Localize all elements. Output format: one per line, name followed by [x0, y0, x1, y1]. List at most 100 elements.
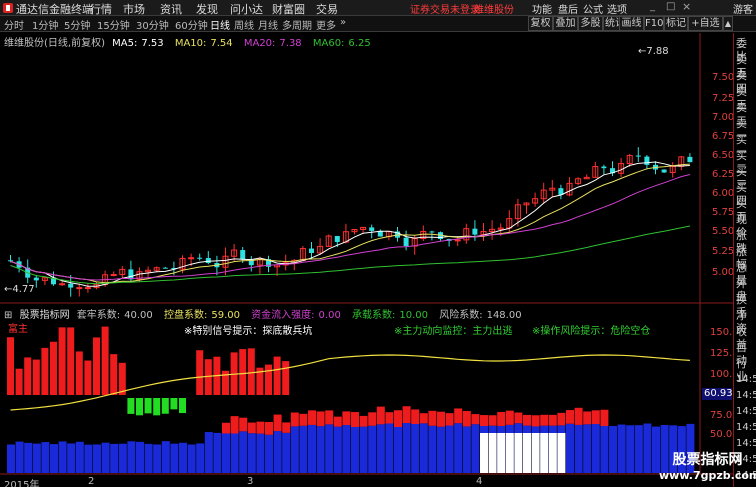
date-label: 2 — [88, 476, 95, 487]
red-bar — [239, 417, 248, 432]
red-bar — [316, 411, 325, 427]
white-bar — [531, 433, 540, 473]
ma20-label: MA20: 7.38 — [243, 38, 302, 49]
quote-side-panel[interactable]: 委比 卖五 卖四 卖三 卖二 卖一 买一 买二 买三 买四 买五 现价 涨跌 涨… — [733, 33, 756, 487]
blue-bar — [282, 432, 291, 473]
low-price-label: ←4.77 — [4, 284, 35, 295]
red-signal-bar — [273, 356, 281, 395]
blue-bar — [325, 424, 334, 473]
blue-bar — [161, 441, 170, 473]
indicator-header: ⊞ 股票指标网 套牢系数: 40.00 控盘系数: 59.00 资金流入强度: 0.0… — [4, 306, 530, 321]
blue-bar — [179, 442, 187, 473]
blue-bar — [419, 423, 428, 473]
blue-bar — [136, 441, 144, 473]
ma-line-20 — [10, 174, 691, 281]
blue-bar — [239, 431, 248, 473]
blue-bar — [385, 423, 394, 473]
blue-bar — [247, 433, 256, 473]
param-trapped: 套牢系数: 40.00 — [76, 310, 153, 321]
candle-body — [84, 287, 91, 290]
green-signal-bar — [179, 398, 186, 414]
white-bar — [540, 433, 549, 473]
blue-bar — [445, 425, 454, 473]
current-value-box: 60.93 — [702, 388, 733, 400]
red-signal-bar — [118, 362, 126, 395]
red-signal-bar — [41, 347, 49, 395]
blue-bar — [101, 442, 110, 473]
red-bar — [471, 414, 480, 425]
blue-bar — [471, 424, 480, 473]
candle-body — [240, 250, 246, 260]
chart-canvas[interactable] — [0, 0, 756, 487]
red-bar — [591, 410, 600, 425]
blue-bar — [454, 423, 463, 473]
red-bar — [454, 408, 463, 424]
white-bar — [480, 433, 488, 473]
blue-bar — [566, 423, 574, 473]
candle-body — [33, 277, 39, 281]
price-tick: 5.00 — [712, 267, 735, 278]
red-bar — [437, 411, 445, 427]
red-signal-bar — [75, 351, 83, 395]
blue-bar — [351, 426, 359, 473]
blue-bar — [411, 423, 420, 473]
red-bar — [273, 414, 282, 432]
price-tick: 7.50 — [712, 72, 735, 83]
green-signal-bar — [153, 398, 161, 416]
red-signal-bar — [196, 350, 204, 395]
red-bar — [299, 413, 308, 426]
price-tick: 5.25 — [712, 246, 735, 257]
date-label: 2015年 — [4, 480, 40, 487]
price-tick: 6.25 — [712, 169, 735, 180]
red-bar — [497, 411, 506, 426]
ma10-label: MA10: 7.54 — [174, 38, 233, 49]
red-signal-bar — [247, 348, 255, 395]
blue-bar — [153, 444, 162, 473]
red-bar — [308, 410, 316, 425]
blue-bar — [170, 443, 179, 473]
red-signal-bar — [110, 354, 118, 395]
price-tick: 6.00 — [712, 188, 735, 199]
tick-time: 14:5 — [736, 390, 756, 401]
white-bar — [523, 433, 531, 473]
red-bar — [222, 422, 230, 434]
tick-time: 14:5 — [736, 422, 756, 433]
green-signal-bar — [136, 398, 143, 416]
blue-bar — [50, 444, 58, 473]
red-bar — [514, 412, 523, 424]
red-bar — [445, 413, 454, 426]
blue-bar — [41, 442, 50, 473]
white-bar — [488, 433, 497, 473]
price-tick: 6.75 — [712, 131, 735, 142]
candlestick-group[interactable] — [8, 147, 693, 297]
candle-body — [334, 236, 340, 243]
candle-body — [661, 169, 667, 173]
candle-body — [403, 237, 409, 247]
red-bar — [488, 415, 497, 426]
red-bar — [566, 410, 574, 424]
red-bar — [333, 416, 342, 427]
candle-body — [472, 228, 478, 235]
red-bar — [290, 412, 299, 427]
blue-bar — [93, 444, 101, 473]
special-signal-hint: ※特别信号提示：探底散兵坑 — [184, 326, 313, 337]
blue-bar — [7, 444, 15, 473]
red-bar — [505, 410, 514, 425]
white-bar — [514, 433, 523, 473]
blue-bar — [204, 432, 213, 473]
red-signal-bar — [265, 364, 272, 395]
blue-bar — [333, 426, 342, 473]
candle-body — [8, 260, 13, 262]
ma-line-10 — [10, 163, 690, 284]
red-bar — [428, 410, 437, 426]
param-risk: 风险系数: 148.00 — [439, 310, 522, 321]
blue-bar — [265, 434, 273, 473]
candle-body — [128, 269, 134, 280]
watermark-url: www.7gpzb.com — [659, 469, 756, 482]
red-bar — [256, 421, 265, 434]
candle-body — [429, 231, 435, 233]
red-bar — [480, 415, 488, 427]
candle-body — [162, 267, 168, 269]
param-bearing: 承载系数: 10.00 — [352, 310, 429, 321]
red-signal-bar — [58, 327, 66, 395]
